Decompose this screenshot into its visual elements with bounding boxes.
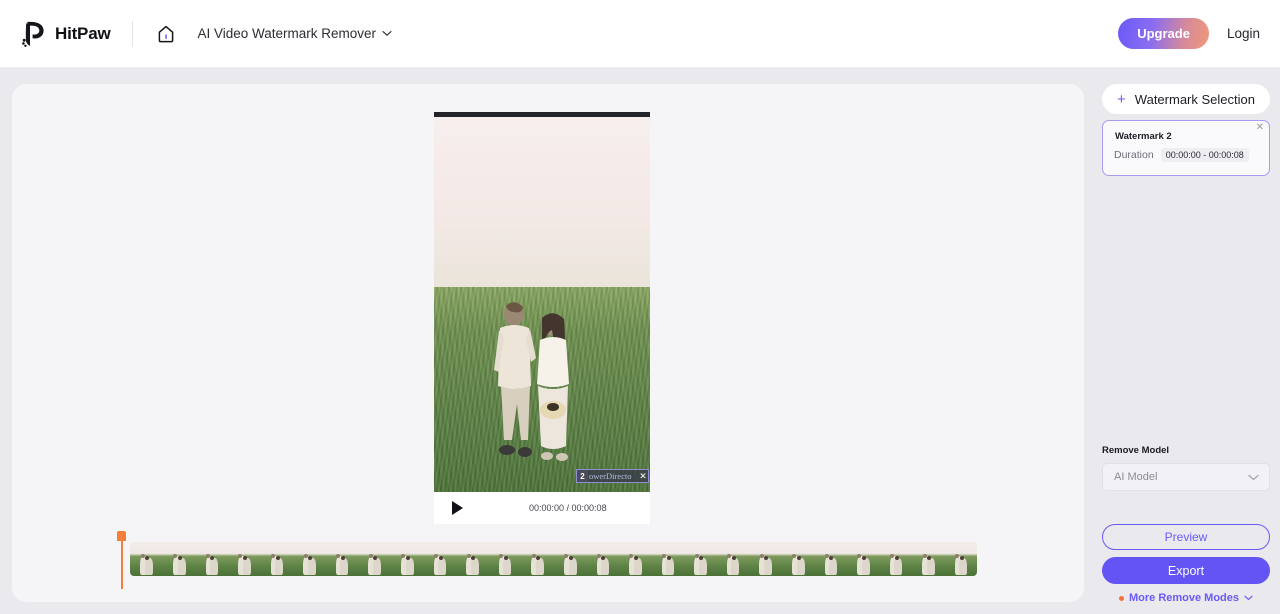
filmstrip-frame (683, 542, 717, 576)
app-selector-label: AI Video Watermark Remover (197, 26, 377, 41)
filmstrip-frame (618, 542, 652, 576)
new-badge-dot (1118, 595, 1124, 601)
app-selector[interactable]: AI Video Watermark Remover (197, 26, 392, 41)
filmstrip-frame (390, 542, 424, 576)
video-sky (434, 117, 650, 292)
player-controls: 00:00:00 / 00:00:08 (434, 492, 650, 524)
filmstrip-frame (130, 542, 163, 576)
watermark-box-number: 2 (577, 470, 588, 482)
filmstrip-frame (814, 542, 847, 576)
filmstrip[interactable] (130, 542, 977, 576)
chevron-down-icon (1244, 595, 1253, 601)
chevron-down-icon (1248, 474, 1259, 480)
timeline[interactable] (117, 531, 977, 589)
watermark-selection-box[interactable]: 2 owerDirecto ✕ (576, 469, 649, 483)
remove-model-label: Remove Model (1102, 445, 1170, 456)
remove-model-select[interactable]: AI Model (1102, 463, 1270, 491)
time-display: 00:00:00 / 00:00:08 (529, 503, 607, 513)
plus-icon: + (1117, 90, 1126, 108)
hitpaw-logo-icon (22, 21, 44, 47)
remove-model-value: AI Model (1114, 471, 1158, 483)
close-icon[interactable]: ✕ (1256, 123, 1264, 133)
filmstrip-frame (781, 542, 815, 576)
play-icon[interactable] (452, 501, 463, 515)
right-sidebar: + Watermark Selection ✕ Watermark 2 Dura… (1096, 84, 1280, 614)
person-figure-right (537, 313, 569, 461)
playhead-line (120, 540, 123, 589)
login-link[interactable]: Login (1227, 26, 1260, 41)
video-player: 2 owerDirecto ✕ 00:00:00 / 00:00:08 (434, 112, 650, 524)
editor-canvas: 2 owerDirecto ✕ 00:00:00 / 00:00:08 (12, 84, 1084, 602)
filmstrip-frame (520, 542, 554, 576)
duration-value[interactable]: 00:00:00 - 00:00:08 (1160, 148, 1249, 162)
filmstrip-frame (260, 542, 293, 576)
upgrade-button[interactable]: Upgrade (1118, 18, 1209, 49)
header-divider (132, 20, 134, 47)
close-icon[interactable]: ✕ (638, 471, 648, 482)
filmstrip-frame (227, 542, 261, 576)
filmstrip-frame (325, 542, 359, 576)
home-icon[interactable] (155, 23, 177, 45)
preview-button[interactable]: Preview (1102, 524, 1270, 550)
filmstrip-frame (455, 542, 489, 576)
filmstrip-frame (423, 542, 456, 576)
filmstrip-frame (911, 542, 945, 576)
filmstrip-frame (358, 542, 391, 576)
filmstrip-frame (944, 542, 977, 576)
watermark-card-title: Watermark 2 (1115, 131, 1172, 142)
filmstrip-frame (846, 542, 880, 576)
filmstrip-frame (651, 542, 684, 576)
filmstrip-frame (162, 542, 196, 576)
filmstrip-frame (195, 542, 228, 576)
filmstrip-frame (748, 542, 782, 576)
export-button[interactable]: Export (1102, 557, 1270, 584)
filmstrip-frame (488, 542, 521, 576)
watermark-card[interactable]: ✕ Watermark 2 Duration 00:00:00 - 00:00:… (1102, 120, 1270, 176)
watermark-box-text: owerDirecto (589, 471, 632, 481)
more-remove-modes-label: More Remove Modes (1128, 592, 1240, 604)
watermark-selection-button[interactable]: + Watermark Selection (1102, 84, 1270, 114)
brand: HitPaw (20, 20, 111, 48)
video-frame[interactable]: 2 owerDirecto ✕ (434, 112, 650, 492)
filmstrip-frame (716, 542, 749, 576)
header-actions: Upgrade Login (1118, 18, 1260, 49)
brand-name: HitPaw (55, 23, 111, 43)
watermark-selection-label: Watermark Selection (1134, 91, 1255, 107)
filmstrip-frame (553, 542, 587, 576)
filmstrip-frame (586, 542, 619, 576)
more-remove-modes-link[interactable]: More Remove Modes (1102, 592, 1270, 604)
chevron-down-icon (382, 31, 392, 37)
duration-label: Duration (1114, 149, 1154, 161)
playhead-marker-icon[interactable] (117, 531, 126, 589)
filmstrip-frame (879, 542, 912, 576)
watermark-duration-row: Duration 00:00:00 - 00:00:08 (1114, 148, 1249, 162)
filmstrip-frame (292, 542, 326, 576)
app-header: HitPaw AI Video Watermark Remover Upgrad… (0, 0, 1280, 68)
